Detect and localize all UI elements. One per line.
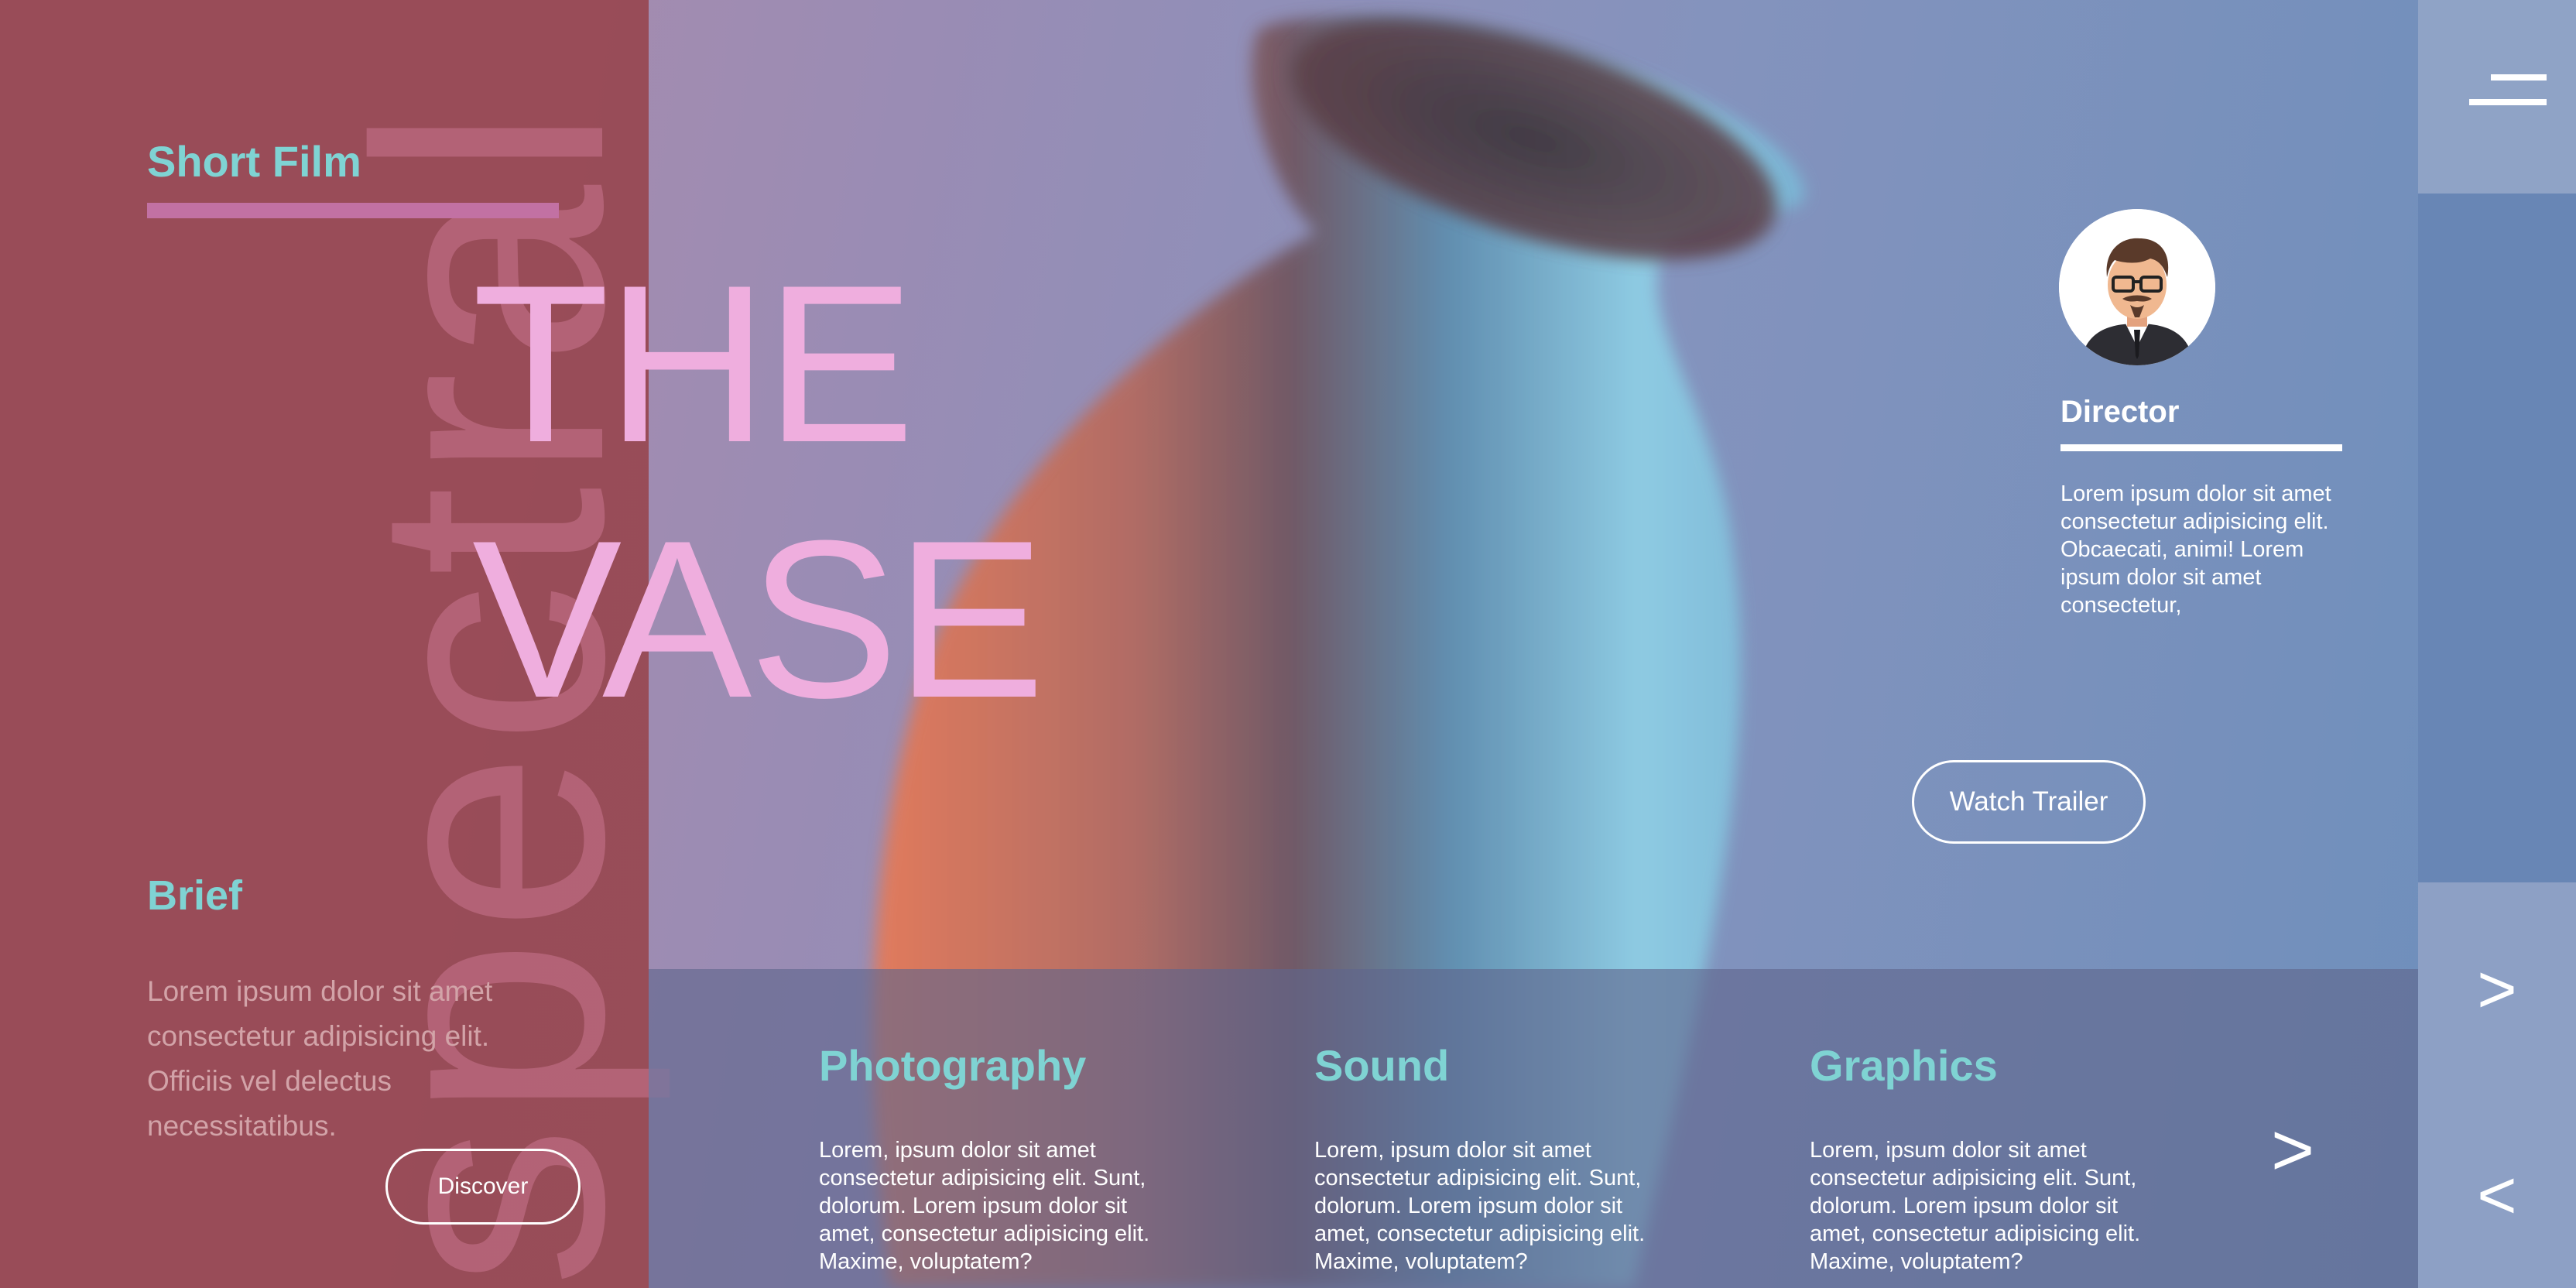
feature-text: Lorem, ipsum dolor sit amet consectetur … [1810, 1138, 2141, 1274]
kicker-underline [147, 203, 559, 218]
feature-sound: Sound Lorem, ipsum dolor sit amet consec… [1314, 1039, 1678, 1276]
feature-graphics: Graphics Lorem, ipsum dolor sit amet con… [1810, 1039, 2174, 1276]
feature-title: Sound [1314, 1041, 1450, 1090]
kicker-label: Short Film [147, 137, 361, 186]
brief-text: Lorem ipsum dolor sit amet consectetur a… [147, 975, 493, 1142]
feature-title: Photography [819, 1041, 1087, 1090]
feature-text: Lorem, ipsum dolor sit amet consectetur … [1314, 1138, 1646, 1274]
features-next-arrow-icon[interactable]: > [2271, 1113, 2314, 1187]
director-text: Lorem ipsum dolor sit amet consectetur a… [2060, 481, 2331, 618]
feature-photography: Photography Lorem, ipsum dolor sit amet … [819, 1039, 1183, 1276]
director-label: Director [2060, 395, 2180, 429]
discover-button[interactable]: Discover [385, 1149, 581, 1225]
film-title-line-1: THE [472, 238, 915, 489]
brief-heading: Brief [147, 872, 243, 919]
film-title-line-2: VASE [472, 494, 1045, 745]
rail-prev-arrow-icon[interactable]: < [2418, 1161, 2576, 1229]
director-underline [2060, 444, 2342, 451]
page: spectral Short Film THE VASE Brief Lorem… [0, 0, 2576, 1288]
rail-middle-block [2418, 194, 2576, 882]
feature-text: Lorem, ipsum dolor sit amet consectetur … [819, 1138, 1150, 1274]
feature-title: Graphics [1810, 1041, 1998, 1090]
rail-next-arrow-icon[interactable]: > [2418, 955, 2576, 1023]
director-avatar [2059, 209, 2215, 365]
director-avatar-icon [2059, 209, 2215, 365]
hamburger-menu-icon[interactable] [2469, 67, 2547, 113]
watch-trailer-button[interactable]: Watch Trailer [1912, 760, 2146, 844]
right-rail: > < [2418, 0, 2576, 1288]
